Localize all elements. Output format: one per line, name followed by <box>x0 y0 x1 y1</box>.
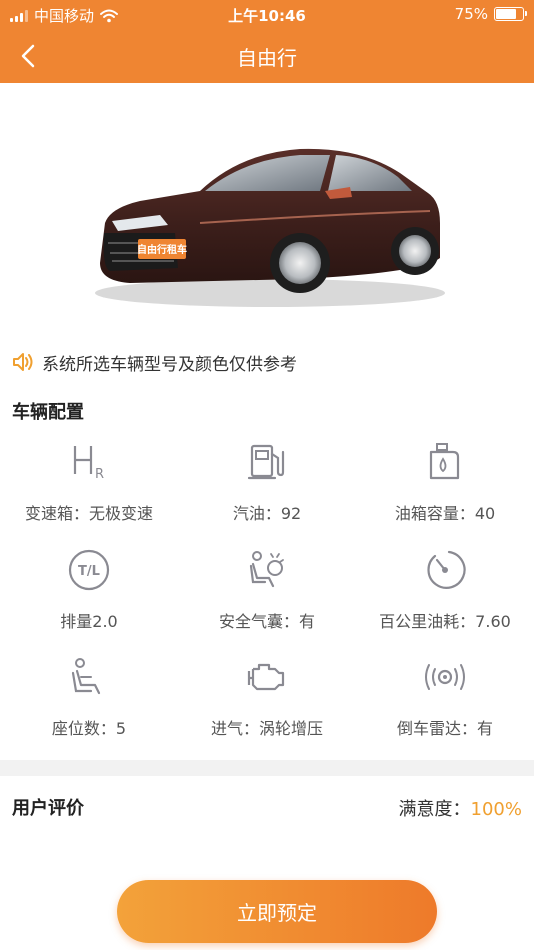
engine-icon <box>247 663 285 691</box>
spec-airbag: 安全气囊：有 <box>178 548 356 632</box>
section-divider <box>0 760 534 776</box>
svg-text:R: R <box>95 467 104 482</box>
seat-icon <box>71 658 101 695</box>
reviews-row[interactable]: 用户评价 满意度：100% <box>0 790 534 826</box>
battery-icon <box>494 7 527 21</box>
spec-radar: 倒车雷达：有 <box>356 655 534 739</box>
speaker-icon <box>13 353 33 371</box>
spec-intake: 进气：涡轮增压 <box>178 655 356 739</box>
car-plate-text: 自由行租车 <box>137 243 187 256</box>
displacement-icon: T/L <box>68 549 110 591</box>
status-bar: 中国移动 上午10:46 75% <box>0 0 534 30</box>
top-bar: 中国移动 上午10:46 75% 自由行 <box>0 0 534 83</box>
battery-info: 75% <box>454 5 527 23</box>
oil-can-icon <box>429 443 460 480</box>
spec-label: 汽油：92 <box>232 504 302 523</box>
book-now-button[interactable]: 立即预定 <box>117 880 437 943</box>
fuel-pump-icon <box>247 444 285 480</box>
car-illustration: 自由行租车 <box>95 148 445 307</box>
spec-label: 座位数：5 <box>51 719 127 738</box>
spec-displacement: T/L 排量2.0 <box>0 548 178 632</box>
config-section-title: 车辆配置 <box>12 402 84 423</box>
radar-icon <box>425 664 465 690</box>
satisfaction: 满意度：100% <box>399 795 522 821</box>
spec-gearbox: R 变速箱：无极变速 <box>0 440 178 524</box>
airbag-icon <box>249 551 284 588</box>
gearbox-icon: R <box>73 446 104 482</box>
notice-row: 系统所选车辆型号及颜色仅供参考 <box>12 348 297 376</box>
spec-label: 排量2.0 <box>60 612 118 631</box>
back-button[interactable] <box>10 38 46 74</box>
satisfaction-label: 满意度： <box>398 799 471 820</box>
spec-tank: 油箱容量：40 <box>356 440 534 524</box>
battery-percent: 75% <box>454 5 488 23</box>
spec-seats: 座位数：5 <box>0 655 178 739</box>
spec-label: 变速箱：无极变速 <box>24 504 153 523</box>
spec-label: 百公里油耗：7.60 <box>379 612 511 631</box>
spec-consumption: 百公里油耗：7.60 <box>356 548 534 632</box>
spec-label: 倒车雷达：有 <box>396 719 493 738</box>
spec-label: 进气：涡轮增压 <box>210 719 323 738</box>
reviews-title: 用户评价 <box>12 798 84 819</box>
chevron-left-icon <box>21 44 35 68</box>
svg-text:T/L: T/L <box>78 564 100 579</box>
spec-fuel: 汽油：92 <box>178 440 356 524</box>
page-title: 自由行 <box>237 46 297 70</box>
nav-bar: 自由行 <box>0 30 534 83</box>
spec-label: 油箱容量：40 <box>394 504 496 523</box>
satisfaction-value: 100% <box>470 799 522 820</box>
gauge-icon <box>427 550 466 589</box>
spec-label: 安全气囊：有 <box>218 612 315 631</box>
notice-text: 系统所选车辆型号及颜色仅供参考 <box>42 354 297 375</box>
car-image: 自由行租车 <box>0 83 534 333</box>
